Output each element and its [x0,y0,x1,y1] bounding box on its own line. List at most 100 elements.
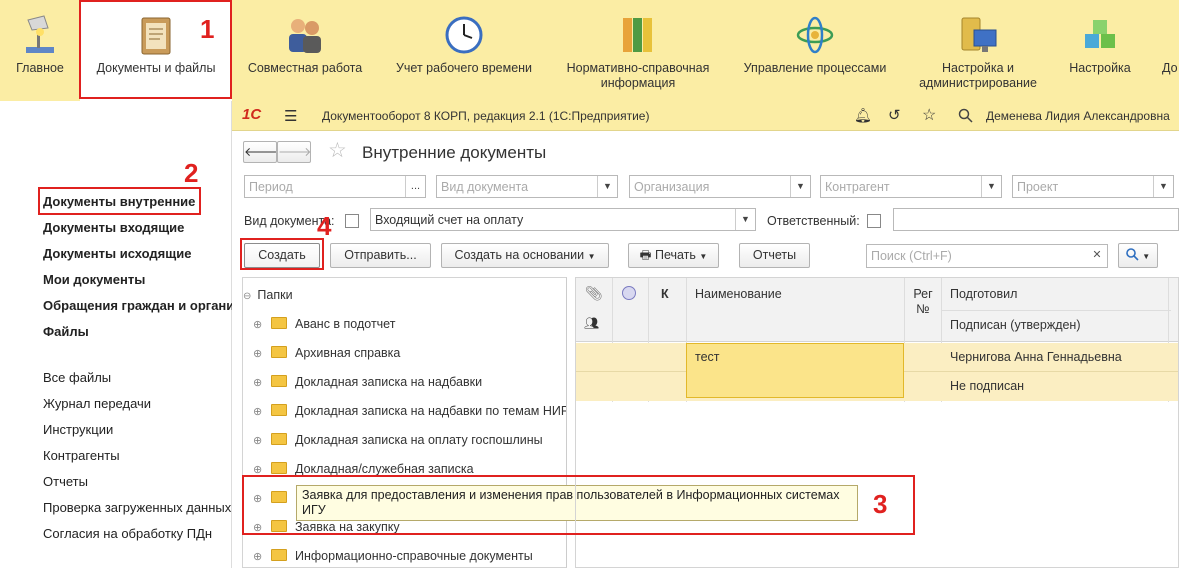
col-name[interactable]: Наименование [695,287,782,301]
chevron-down-icon: ▼ [699,252,708,261]
favorite-star-icon[interactable]: ☆ [328,138,347,163]
sidebar-item-files[interactable]: Файлы [43,324,89,339]
expand-icon: ⊖ [243,291,252,302]
col-reg-number[interactable]: Рег № [912,287,934,317]
section-time-tracking[interactable]: Учет рабочего времени [384,0,544,101]
section-label: До [1162,61,1178,75]
folder-item[interactable]: ⊕ Докладная записка на оплату госпошлины [253,433,543,447]
sidebar-item-transfer-log[interactable]: Журнал передачи [43,396,151,411]
chevron-down-icon[interactable]: ▼ [790,176,810,197]
table-row[interactable]: тест Чернигова Анна Геннадьевна Не подпи… [576,343,1178,401]
annotation-box-2 [38,187,201,215]
folder-item[interactable]: ⊕ Докладная/служебная записка [253,462,474,476]
sidebar-item-appeals[interactable]: Обращения граждан и организаций [43,298,232,313]
sidebar-item-my-docs[interactable]: Мои документы [43,272,145,287]
expand-icon: ⊕ [253,551,263,563]
col-k[interactable]: К [661,287,669,301]
menu-icon[interactable]: ☰ [284,107,297,125]
doc-kind-select[interactable]: Входящий счет на оплату ▼ [370,208,756,231]
col-prepared[interactable]: Подготовил [950,287,1017,301]
chevron-down-icon: ▼ [587,252,596,261]
chevron-down-icon[interactable]: ▼ [735,209,755,230]
project-filter[interactable]: Проект ▼ [1012,175,1174,198]
sidebar-item-outgoing-docs[interactable]: Документы исходящие [43,246,191,261]
reports-button[interactable]: Отчеты [739,243,810,268]
folder-item[interactable]: ⊕ Аванс в подотчет [253,317,395,331]
folder-icon [271,375,287,387]
expand-icon: ⊕ [253,319,263,331]
folder-icon [271,404,287,416]
users-collaboration-icon [289,19,321,53]
home-lamp-icon [26,15,54,53]
clear-icon[interactable]: ✕ [1087,245,1107,266]
section-reference-info[interactable]: Нормативно-справочная информация [554,0,722,101]
forward-button[interactable]: 🡒 [277,141,312,163]
clock-icon [445,16,483,54]
sidebar-item-reports[interactable]: Отчеты [43,474,88,489]
reference-binders-icon [623,18,652,52]
attachment-icon: 📎︎ [585,285,603,301]
search-icon [1125,248,1139,261]
window-title: Документооборот 8 КОРП, редакция 2.1 (1С… [322,109,650,123]
annotation-number-1: 1 [200,14,215,44]
server-computer-icon [961,17,997,52]
sidebar-item-data-check[interactable]: Проверка загруженных данных [43,500,232,515]
folder-icon [271,433,287,445]
annotation-box-3 [242,475,915,535]
arrow-left-icon: 🡐 [244,145,278,159]
section-administration[interactable]: Настройка и администрирование [904,0,1052,101]
users-icon: 👥︎ [584,316,600,330]
search-input[interactable]: Поиск (Ctrl+F) ✕ [866,244,1108,268]
folders-root[interactable]: ⊖ Папки [243,288,293,302]
section-more[interactable]: До [1152,0,1179,101]
section-process-management[interactable]: Управление процессами [732,0,898,101]
folder-icon [271,317,287,329]
back-button[interactable]: 🡐 [243,141,278,163]
sidebar-item-incoming-docs[interactable]: Документы входящие [43,220,184,235]
section-label: Управление процессами [743,61,887,75]
ellipsis-button[interactable]: ... [405,176,425,197]
sidebar-item-all-files[interactable]: Все файлы [43,370,111,385]
folder-item[interactable]: ⊕ Архивная справка [253,346,400,360]
folder-item[interactable]: ⊕ Докладная записка на надбавки по темам … [253,404,566,418]
responsible-checkbox[interactable] [867,214,881,228]
counterparty-filter[interactable]: Контрагент ▼ [820,175,1002,198]
doc-kind-filter[interactable]: Вид документа ▼ [436,175,618,198]
sidebar-item-counterparties[interactable]: Контрагенты [43,448,120,463]
sidebar-item-instructions[interactable]: Инструкции [43,422,113,437]
col-signed[interactable]: Подписан (утвержден) [950,318,1081,332]
doc-kind-checkbox[interactable] [345,214,359,228]
search-icon[interactable] [958,108,973,123]
star-icon[interactable]: ☆ [922,105,936,125]
bell-icon[interactable]: 🔔︎ [854,107,872,124]
section-main[interactable]: Главное [0,0,80,101]
1c-logo: 1С [242,106,262,123]
current-user[interactable]: Деменева Лидия Александровна [986,109,1170,123]
sidebar-item-consents[interactable]: Согласия на обработку ПДн [43,526,212,541]
folder-item[interactable]: ⊕ Докладная записка на надбавки [253,375,482,389]
print-button[interactable]: 🖶 Печать ▼ [628,243,719,268]
period-field[interactable]: Период... [244,175,426,198]
expand-icon: ⊕ [253,348,263,360]
section-collaboration[interactable]: Совместная работа [238,0,372,101]
section-settings[interactable]: Настройка [1060,0,1140,101]
history-icon[interactable]: ↺ [888,106,901,124]
send-button[interactable]: Отправить... [330,243,431,268]
annotation-number-4: 4 [317,211,332,241]
process-atom-icon [796,16,834,54]
responsible-field[interactable] [893,208,1179,231]
printer-icon: 🖶 [639,248,652,262]
folder-item[interactable]: ⊕ Информационно-справочные документы [253,549,533,563]
annotation-number-3: 3 [873,489,888,519]
expand-icon: ⊕ [253,435,263,447]
section-label: Совместная работа [247,61,363,75]
organization-filter[interactable]: Организация ▼ [629,175,811,198]
chevron-down-icon[interactable]: ▼ [597,176,617,197]
arrow-right-icon: 🡒 [278,145,312,159]
create-based-on-button[interactable]: Создать на основании ▼ [441,243,609,268]
chevron-down-icon[interactable]: ▼ [981,176,1001,197]
chevron-down-icon[interactable]: ▼ [1153,176,1173,197]
section-label: Нормативно-справочная информация [566,61,710,90]
search-options-button[interactable]: ▼ [1118,243,1158,268]
section-label: Учет рабочего времени [395,61,533,75]
